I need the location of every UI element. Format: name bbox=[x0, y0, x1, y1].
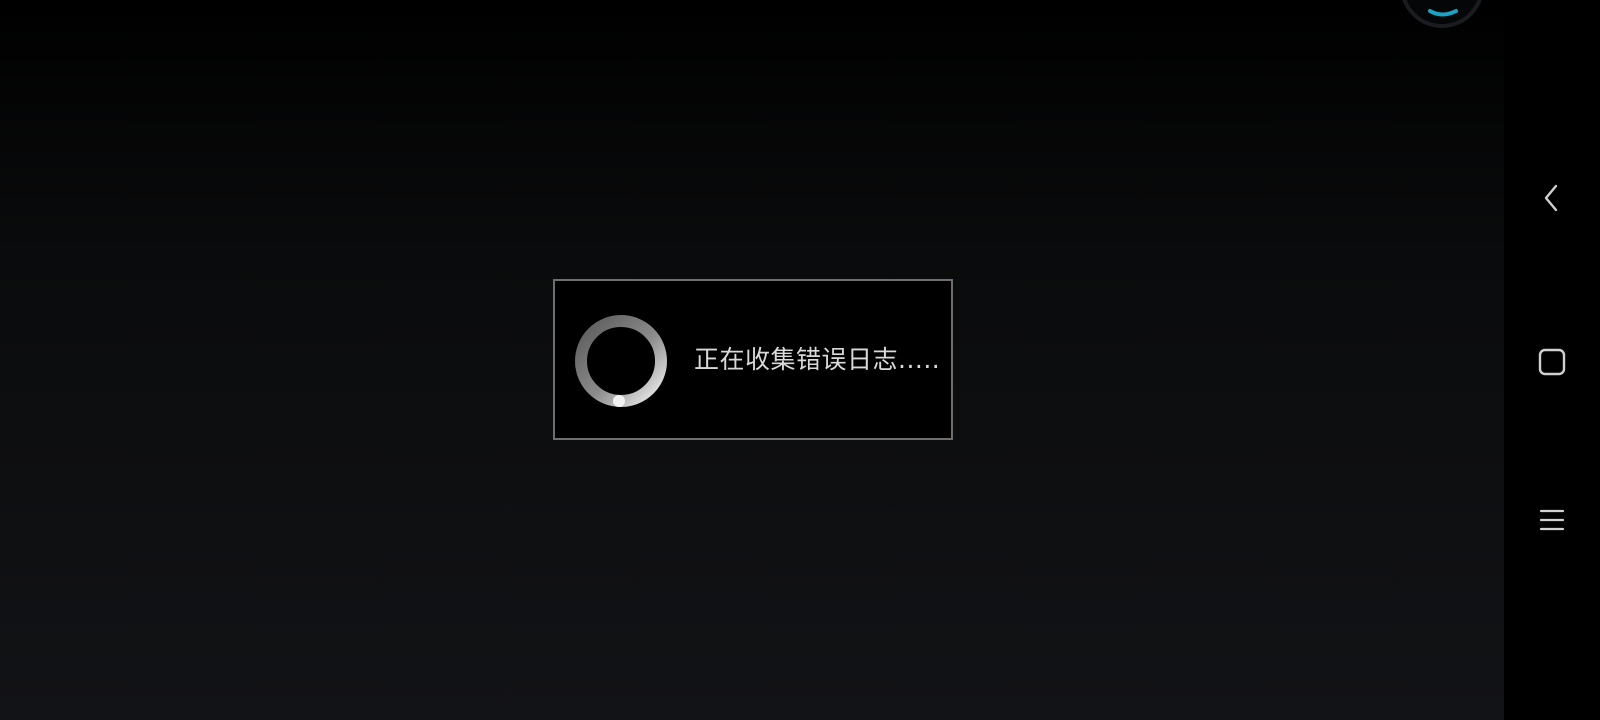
floating-ball-icon[interactable] bbox=[1400, 0, 1484, 28]
loading-spinner-icon bbox=[573, 313, 669, 409]
back-button[interactable] bbox=[1520, 166, 1584, 230]
navigation-bar bbox=[1504, 0, 1600, 720]
dialog-message: 正在收集错误日志..... bbox=[694, 345, 941, 374]
home-button[interactable] bbox=[1520, 330, 1584, 394]
floating-ball-accent-icon bbox=[1428, 9, 1458, 17]
progress-dialog: 正在收集错误日志..... bbox=[553, 279, 953, 440]
recents-button[interactable] bbox=[1520, 488, 1584, 552]
rounded-square-icon bbox=[1538, 348, 1566, 376]
device-screen: 正在收集错误日志..... bbox=[0, 0, 1600, 720]
chevron-left-icon bbox=[1544, 184, 1558, 212]
hamburger-menu-icon bbox=[1539, 509, 1565, 531]
